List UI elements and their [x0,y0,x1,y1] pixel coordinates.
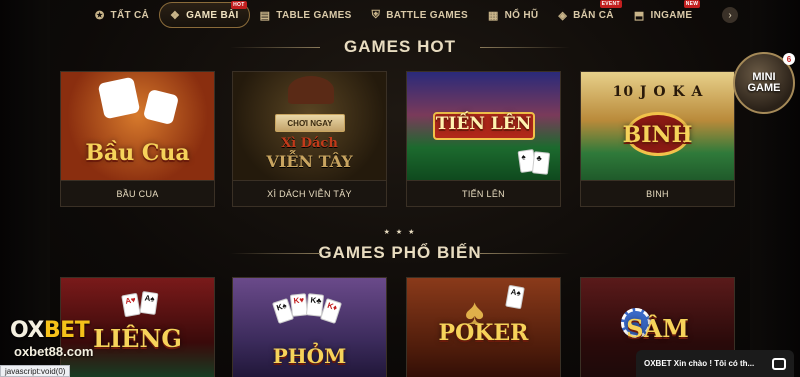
nav-tab-label: NỔ HŨ [504,9,539,21]
nav-tab-label: GAME BÀI [186,9,239,21]
section-stars: ★ ★ ★ [383,229,417,236]
card-row-text: 10 J O K A [612,84,704,100]
game-art-title: Bầu Cua [85,140,190,166]
game-card-label: BINH [581,180,734,206]
game-card-bau-cua[interactable]: Bầu Cua BẦU CUA [60,71,215,207]
logo-ox: OX [10,318,44,343]
mini-game-line2: GAME [747,82,781,94]
game-art-title: POKER [438,320,529,346]
browser-status-bar: javascript:void(0) [0,365,71,377]
title-divider-left [230,253,320,254]
chat-greeting: OXBET Xin chào ! Tôi có th... [644,359,755,368]
nav-tab-label: INGAME [650,9,693,21]
game-card-label: XÌ DÁCH VIỄN TÂY [233,180,386,206]
nav-tab-battle-games[interactable]: ⛨ BATTLE GAMES [362,2,478,28]
logo-domain: oxbet88.com [14,344,94,359]
table-icon: ▤ [259,9,271,22]
playing-card: A♠ [139,290,159,316]
nav-tab-ban-ca[interactable]: ◈ BẮN CÁ EVENT [548,0,623,28]
playing-card: A♠ [505,284,525,310]
slot-icon: ▦ [487,9,499,22]
game-art-title: TIẾN LÊN [435,114,532,134]
game-card-tien-len[interactable]: TIẾN LÊN ♠ ♣ TIẾN LÊN [406,71,561,207]
nav-tab-no-hu[interactable]: ▦ NỔ HŨ [478,2,548,28]
game-art-title: BINH [622,122,693,148]
game-art-title-2: VIỄN TÂY [266,152,353,171]
fish-icon: ◈ [558,9,568,22]
play-now-button[interactable]: CHƠI NGAY [275,114,345,132]
game-art-title: SÂM [626,314,689,343]
chat-bubble-icon[interactable] [772,357,786,370]
section-title-text: GAMES PHỔ BIẾN [318,243,482,262]
logo-bet: BET [43,318,90,343]
oxbet-logo: OXBET [10,318,90,343]
game-card-binh[interactable]: 10 J O K A BINH BINH [580,71,735,207]
game-art-title-1: Xì Dách [281,136,338,151]
nav-tab-game-bai[interactable]: ❖ GAME BÀI HOT [159,1,250,28]
game-thumbnail[interactable]: 10 J O K A BINH [581,72,734,180]
title-divider-right [480,253,570,254]
category-nav: ✪ TẤT CẢ ❖ GAME BÀI HOT ▤ TABLE GAMES ⛨ … [85,0,750,30]
game-card-xi-dach-vien-tay[interactable]: CHƠI NGAY Xì Dách VIỄN TÂY XÌ DÁCH VIỄN … [232,71,387,207]
page: ✪ TẤT CẢ ❖ GAME BÀI HOT ▤ TABLE GAMES ⛨ … [0,0,800,377]
live-chat-widget[interactable]: OXBET Xin chào ! Tôi có th... [636,350,794,377]
nav-tab-label: BATTLE GAMES [386,9,468,21]
game-card-poker[interactable]: ♠ A♠ POKER [406,277,561,377]
section-title-hot: GAMES HOT [230,37,570,57]
nav-next-arrow[interactable]: › [722,7,738,23]
game-card-label: BẦU CUA [61,180,214,206]
title-divider-right [480,47,570,48]
nav-tab-label: TẤT CẢ [110,9,149,21]
hot-badge: HOT [231,1,247,9]
ingame-icon: ⬒ [633,9,645,22]
game-thumbnail[interactable]: Bầu Cua [61,72,214,180]
playing-card: A♥ [121,292,141,318]
title-divider-left [230,47,320,48]
game-art-title: PHỎM [272,344,347,368]
joystick-icon: ✪ [95,9,105,22]
new-badge: NEW [683,0,701,8]
nav-tab-label: TABLE GAMES [276,9,352,21]
event-badge: EVENT [599,0,622,8]
nav-tab-table-games[interactable]: ▤ TABLE GAMES [250,2,362,28]
game-thumbnail[interactable]: K♠ K♥ K♣ K♦ PHỎM [233,278,386,377]
nav-tab-ingame[interactable]: ⬒ INGAME NEW [624,0,703,28]
mini-game-count-badge: 6 [783,53,795,65]
game-card-label: TIẾN LÊN [407,180,560,206]
section-title-popular: GAMES PHỔ BIẾN [230,243,570,263]
nav-tab-all[interactable]: ✪ TẤT CẢ [85,2,159,28]
cards-icon: ❖ [170,9,181,22]
shield-icon: ⛨ [371,8,381,21]
game-thumbnail[interactable]: TIẾN LÊN ♠ ♣ [407,72,560,180]
dice-icon [97,76,141,120]
game-thumbnail[interactable]: ♠ A♠ POKER [407,278,560,377]
nav-tab-label: BẮN CÁ [573,9,614,21]
game-thumbnail[interactable]: CHƠI NGAY Xì Dách VIỄN TÂY [233,72,386,180]
game-card-phom[interactable]: K♠ K♥ K♣ K♦ PHỎM [232,277,387,377]
section-title-text: GAMES HOT [344,37,456,56]
cowboy-hat-icon [288,76,334,104]
dice-icon [142,88,180,126]
playing-card: ♣ [531,151,551,175]
